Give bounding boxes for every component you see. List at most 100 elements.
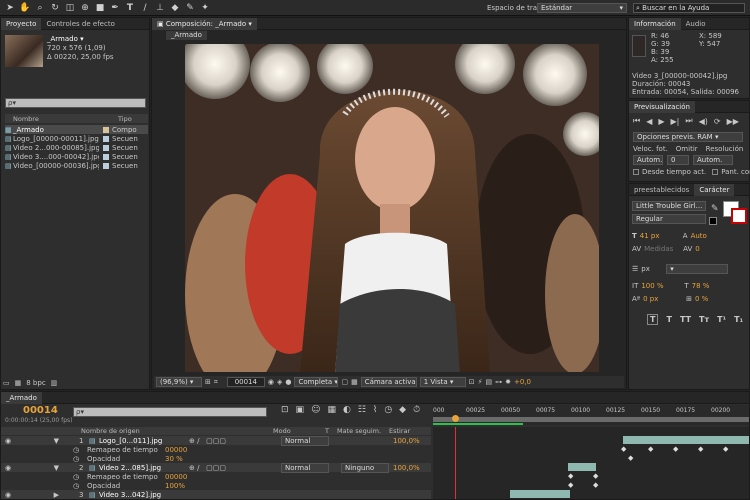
play-icon[interactable]: ▶ <box>658 117 664 126</box>
keyframe[interactable]: ◆ <box>568 481 573 489</box>
all-caps-button[interactable]: TT <box>680 315 691 324</box>
tab-proyecto[interactable]: Proyecto <box>1 17 42 30</box>
comp-mini-flowchart-icon[interactable]: ⊡ <box>281 405 289 415</box>
track-matte-dropdown[interactable]: Ninguno <box>341 462 389 473</box>
stopwatch-icon[interactable]: ◷ <box>73 455 87 463</box>
blend-mode-dropdown[interactable]: Normal <box>281 435 329 446</box>
tab-previsualizacion[interactable]: Previsualización <box>629 100 695 113</box>
full-screen-checkbox[interactable] <box>712 169 719 175</box>
visibility-icon[interactable]: ◉ <box>5 437 19 445</box>
tab-preestablecidos[interactable]: preestablecidos <box>629 184 694 196</box>
stroke-width-value[interactable]: px <box>641 265 663 273</box>
visibility-icon[interactable]: ◉ <box>5 464 19 472</box>
frame-rate-dropdown[interactable]: Autom. <box>633 155 663 165</box>
playhead-handle[interactable] <box>452 415 459 422</box>
col-name[interactable]: Nombre <box>13 115 108 123</box>
keyframe[interactable]: ◆ <box>621 445 626 453</box>
property-value[interactable]: 00000 <box>165 473 187 481</box>
current-time-display[interactable]: 00014 <box>23 405 58 416</box>
expand-icon[interactable]: ▼ <box>19 464 59 472</box>
motion-blur-icon[interactable]: ◐ <box>343 405 351 415</box>
layer-name[interactable]: Logo_[0...011].jpg <box>99 437 189 445</box>
keyframe[interactable]: ◆ <box>648 445 653 453</box>
region-icon[interactable]: ▢ <box>341 378 348 386</box>
layer-switches[interactable]: ⊕ / ▢▢▢ <box>189 437 281 445</box>
help-search-input[interactable]: ⌕ Buscar en la Ayuda <box>633 3 745 13</box>
pan-behind-icon[interactable]: ⊕ <box>79 2 91 14</box>
zoom-icon[interactable]: ⌕ <box>34 2 46 14</box>
camera-dropdown[interactable]: Cámara activa ▾ <box>360 377 417 387</box>
camera-icon[interactable]: ◫ <box>64 2 76 14</box>
table-row[interactable]: ◉ ▼ 2 ▤ Video 2...085].jpg ⊕ / ▢▢▢ Norma… <box>1 462 431 473</box>
fast-preview-icon[interactable]: ⚡ <box>478 378 483 386</box>
brainstorm-icon[interactable]: ☷ <box>358 405 366 415</box>
table-row[interactable]: ◷ Opacidad 100% <box>1 481 431 490</box>
keyframe[interactable]: ◆ <box>568 472 573 480</box>
timeline-search-input[interactable]: ρ▾ <box>73 407 267 417</box>
frame-blending-icon[interactable]: ▦ <box>327 405 336 415</box>
composition-viewer[interactable] <box>185 44 599 372</box>
layer-bar[interactable] <box>568 463 596 471</box>
puppet-icon[interactable]: ✦ <box>199 2 211 14</box>
color-channel-icon[interactable]: ● <box>285 378 291 386</box>
list-item[interactable]: ▤ Video 2...000-00085].jpg Secuen <box>5 143 148 152</box>
graph-editor-icon[interactable]: ⌇ <box>373 405 377 415</box>
loop-icon[interactable]: ⟳ <box>714 117 721 126</box>
marker-icon[interactable]: ◆ <box>399 405 406 415</box>
faux-italic-button[interactable]: T <box>666 315 671 324</box>
horizontal-scale-value[interactable]: 78 % <box>692 282 710 290</box>
stopwatch-icon[interactable]: ◷ <box>73 446 87 454</box>
subscript-button[interactable]: T₁ <box>734 315 743 324</box>
col-source-name[interactable]: Nombre de origen <box>81 427 273 435</box>
layer-switches[interactable]: ⊕ / ▢▢▢ <box>189 464 281 472</box>
layer-bar[interactable] <box>510 490 570 498</box>
font-style-dropdown[interactable]: Regular <box>632 214 706 224</box>
bpc-label[interactable]: 8 bpc <box>26 379 45 387</box>
tracking-value[interactable]: 0 <box>695 245 699 253</box>
tab-audio[interactable]: Audio <box>681 18 711 30</box>
stroke-color-swatch[interactable] <box>731 208 747 224</box>
blend-mode-dropdown[interactable]: Normal <box>281 462 329 473</box>
tsume-value[interactable]: 0 % <box>695 295 708 303</box>
exposure-icon[interactable]: ✸ <box>505 378 511 386</box>
project-search-input[interactable]: ρ▾ <box>5 98 146 108</box>
col-mode[interactable]: Modo <box>273 427 325 435</box>
kerning-value[interactable]: Medidas <box>644 245 680 253</box>
first-frame-icon[interactable]: ⏮ <box>633 116 640 126</box>
magnification-dropdown[interactable]: (96,9%) ▾ <box>156 377 202 387</box>
work-area-bar[interactable] <box>433 417 749 422</box>
next-frame-icon[interactable]: ▶| <box>671 117 680 126</box>
vertical-scale-value[interactable]: 100 % <box>641 282 681 290</box>
expand-icon[interactable]: ▶ <box>19 491 59 499</box>
col-t[interactable]: T <box>325 427 337 435</box>
audio-icon[interactable]: ◀) <box>699 117 708 126</box>
layer-name[interactable]: Video 2...085].jpg <box>99 464 189 472</box>
workspace-dropdown[interactable]: Estándar ▾ <box>537 3 627 13</box>
composition-new-icon[interactable]: ▦ <box>15 379 22 387</box>
tab-timeline-armado[interactable]: _Armado <box>1 391 42 404</box>
eraser-icon[interactable]: ◆ <box>169 2 181 14</box>
brush-icon[interactable]: / <box>139 2 151 14</box>
ram-preview-icon[interactable]: ▶▶ <box>727 117 739 126</box>
stopwatch-icon[interactable]: ◷ <box>73 473 87 481</box>
tab-caracter[interactable]: Carácter <box>694 183 735 196</box>
timecode-field[interactable]: 00014 <box>226 377 265 387</box>
font-family-dropdown[interactable]: Little Trouble Girl... <box>632 201 706 211</box>
col-type[interactable]: Tipo <box>118 115 132 123</box>
show-snapshot-icon[interactable]: ◈ <box>277 378 282 386</box>
font-size-value[interactable]: 41 px <box>640 232 680 240</box>
keyframe[interactable]: ◆ <box>593 481 598 489</box>
tab-composicion[interactable]: ▣ Composición: _Armado ▾ <box>152 17 257 30</box>
no-color-swatch[interactable] <box>709 217 717 225</box>
current-time-indicator[interactable] <box>455 427 456 499</box>
layer-name[interactable]: Video 3...042].jpg <box>99 491 189 499</box>
visibility-icon[interactable]: ◉ <box>5 491 19 499</box>
pen-icon[interactable]: ✒ <box>109 2 121 14</box>
composition-subtab[interactable]: _Armado <box>166 31 207 40</box>
time-ruler[interactable]: 000 00025 00050 00075 00100 00125 00150 … <box>433 405 749 425</box>
rotate-icon[interactable]: ↻ <box>49 2 61 14</box>
tab-controles-efecto[interactable]: Controles de efecto <box>41 18 119 30</box>
property-value[interactable]: 00000 <box>165 446 187 454</box>
leading-value[interactable]: Auto <box>691 232 707 240</box>
stretch-value[interactable]: 100,0% <box>393 437 420 445</box>
